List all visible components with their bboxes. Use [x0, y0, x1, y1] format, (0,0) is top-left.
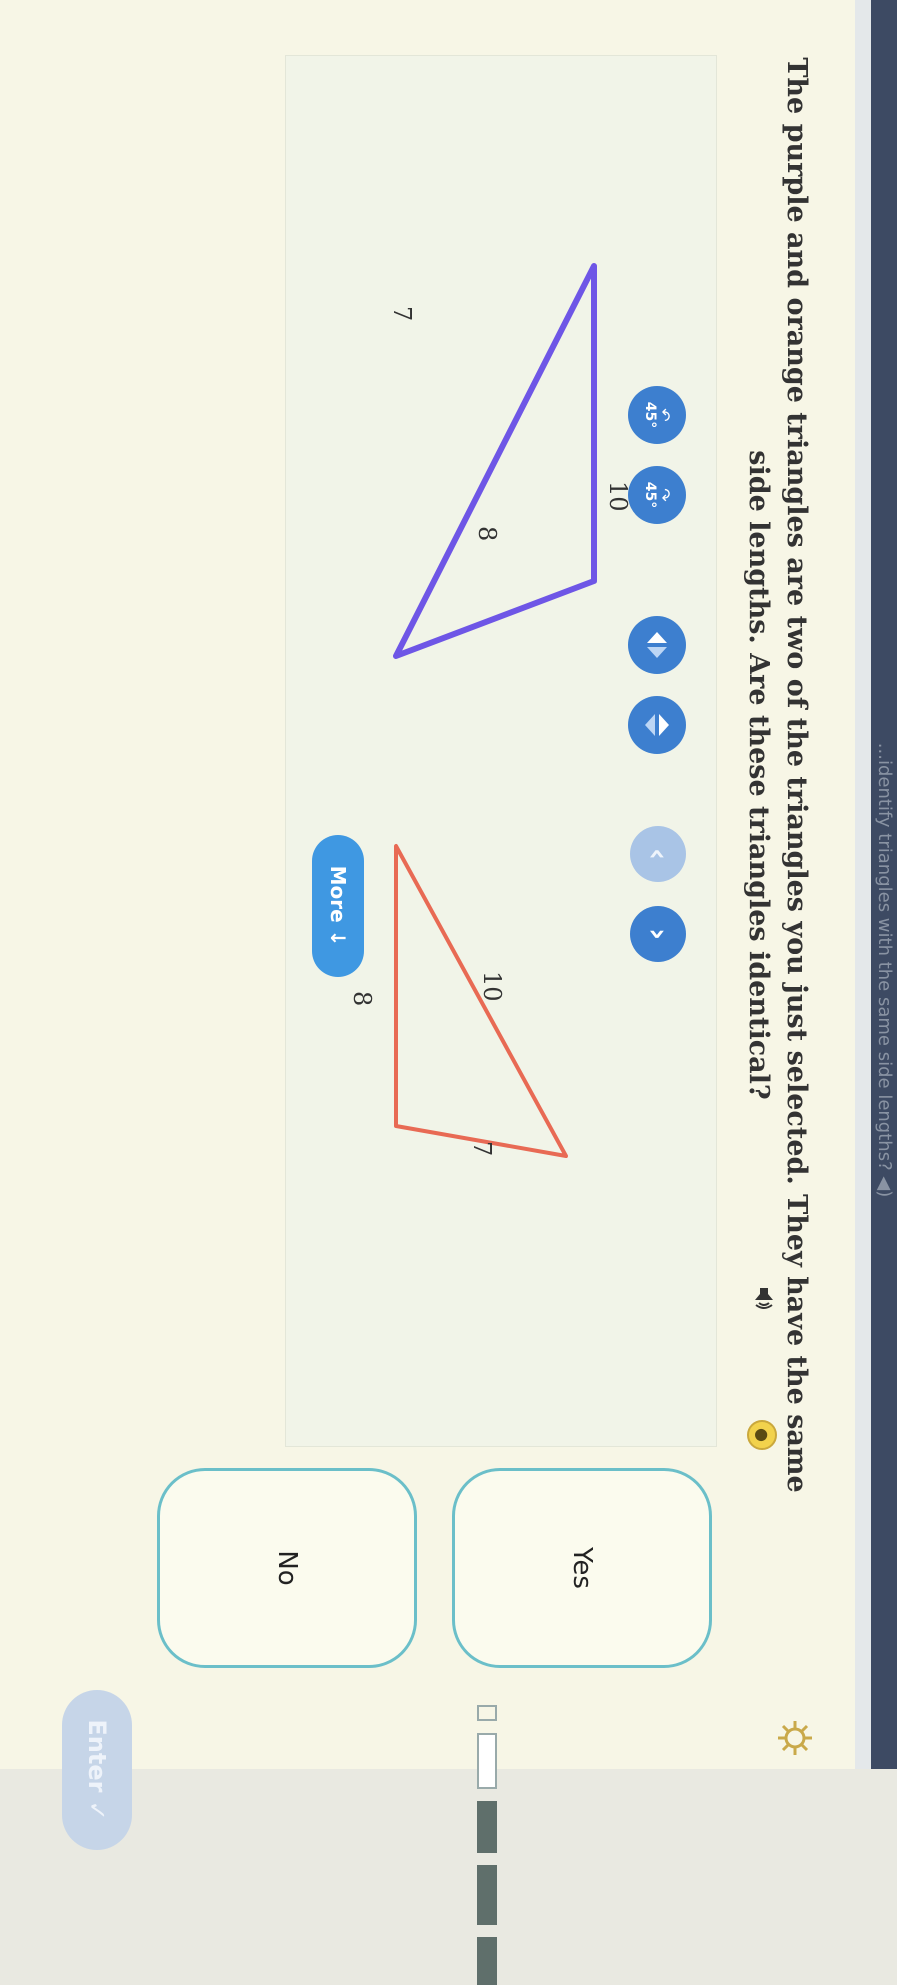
cropped-title: ...identify triangles with the same side…: [874, 742, 895, 1198]
lightbulb-icon: ●: [753, 1428, 772, 1442]
triangles-canvas: [393, 263, 597, 1158]
purple-label-left: 7: [388, 306, 416, 322]
progress-step-empty-small: [477, 1705, 497, 1721]
purple-label-bottom: 8: [473, 526, 501, 542]
progress-step-filled: [477, 1865, 497, 1925]
enter-label: Enter: [83, 1719, 111, 1793]
progress-step-filled: [477, 1937, 497, 1985]
top-strip: [855, 0, 871, 1769]
more-button[interactable]: More ↓: [312, 835, 364, 977]
no-label: No: [272, 1550, 302, 1586]
orange-label-right: 7: [468, 1141, 496, 1157]
orange-label-hyp: 10: [478, 971, 506, 1002]
enter-button[interactable]: Enter ✓: [62, 1690, 132, 1850]
progress-step-empty: [477, 1733, 497, 1789]
yes-label: Yes: [567, 1547, 597, 1589]
yes-answer-button[interactable]: Yes: [452, 1468, 712, 1668]
purple-label-top: 10: [604, 481, 632, 512]
purple-triangle[interactable]: [393, 263, 597, 659]
arrow-down-icon: ↓: [326, 922, 350, 947]
hint-button[interactable]: ●: [747, 1420, 777, 1450]
no-answer-button[interactable]: No: [157, 1468, 417, 1668]
orange-label-bottom: 8: [348, 991, 376, 1007]
gear-icon[interactable]: [775, 1718, 815, 1758]
manipulation-area: ↶ 45° ↷ 45° ‹ › 10 7 8 10 7 8: [285, 55, 717, 1447]
question-text: The purple and orange triangles are two …: [743, 57, 812, 1493]
progress-step-filled: [477, 1801, 497, 1853]
more-label: More: [326, 865, 350, 923]
app-stage: ...identify triangles with the same side…: [0, 0, 897, 1985]
check-icon: ✓: [83, 1800, 111, 1821]
speaker-icon[interactable]: [751, 1285, 777, 1311]
